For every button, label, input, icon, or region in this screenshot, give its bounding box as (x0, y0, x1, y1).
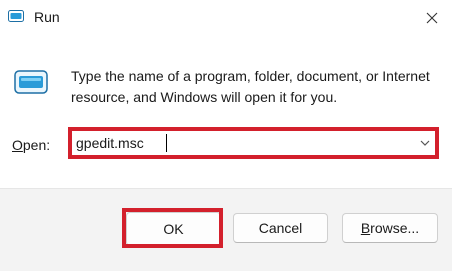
open-label: Open: (12, 137, 50, 153)
close-icon (426, 12, 438, 24)
open-label-rest: pen: (22, 137, 51, 153)
run-app-icon (14, 70, 48, 94)
browse-label-accesskey: B (360, 220, 371, 236)
window-title: Run (34, 9, 60, 25)
browse-button[interactable]: Browse... (342, 213, 438, 243)
cancel-label: Cancel (258, 220, 303, 236)
ok-label: OK (163, 221, 184, 237)
open-combobox[interactable] (70, 128, 439, 158)
ok-button[interactable]: OK (126, 212, 221, 246)
open-label-accesskey: O (12, 137, 23, 153)
open-input[interactable] (76, 132, 396, 154)
run-dialog: Run Type the name of a program, folder, … (0, 0, 452, 271)
chevron-down-icon[interactable] (419, 137, 431, 149)
description-text: Type the name of a program, folder, docu… (71, 68, 430, 105)
browse-label-rest: rowse... (370, 220, 420, 236)
cancel-button[interactable]: Cancel (233, 213, 328, 243)
text-caret (166, 134, 167, 152)
close-button[interactable] (418, 4, 446, 32)
run-icon (8, 10, 24, 22)
